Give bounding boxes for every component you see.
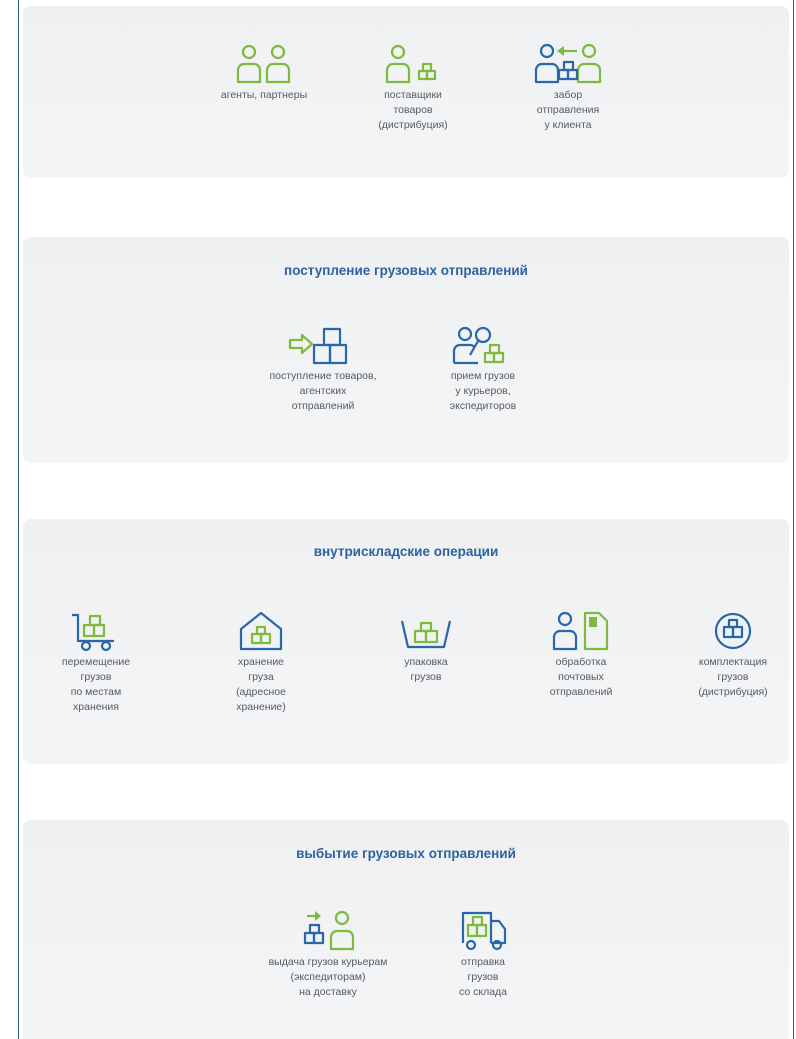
receiving-section: поступление грузовых отправлений поступл… bbox=[23, 237, 789, 463]
page-frame: агенты, партнеры поставщики товаров (дис… bbox=[18, 0, 794, 1039]
warehouse-shipment-item: отправка грузов со склада bbox=[423, 909, 543, 1000]
postal-processing-label: обработка почтовых отправлений bbox=[549, 656, 613, 698]
postal-processing-item: обработка почтовых отправлений bbox=[526, 611, 636, 700]
receiving-title: поступление грузовых отправлений bbox=[284, 263, 528, 278]
warehouse-title: внутрискладские операции bbox=[313, 544, 499, 559]
person-document-icon bbox=[552, 611, 609, 651]
pickup-exchange-icon bbox=[534, 43, 602, 84]
picking-label: комплектация грузов (дистрибуция) bbox=[698, 656, 768, 698]
handover-to-courier-icon bbox=[303, 910, 355, 951]
courier-handover-item: выдача грузов курьерам (экспедиторам) на… bbox=[243, 909, 413, 1000]
pickup-label: забор отправления у клиента bbox=[536, 89, 600, 131]
courier-acceptance-label: прием грузов у курьеров, экспедиторов bbox=[449, 370, 517, 412]
packing-item: упаковка грузов bbox=[371, 611, 481, 685]
goods-arrival-item: поступление товаров, агентских отправлен… bbox=[248, 325, 398, 414]
courier-acceptance-item: прием грузов у курьеров, экспедиторов bbox=[423, 325, 543, 414]
dispatch-title: выбытие грузовых отправлений bbox=[296, 846, 516, 861]
hand-truck-icon bbox=[72, 613, 114, 652]
arrow-into-boxes-icon bbox=[288, 327, 348, 365]
warehouse-shipment-label: отправка грузов со склада bbox=[458, 956, 508, 998]
dispatch-section: выбытие грузовых отправлений выдача груз… bbox=[23, 820, 789, 1039]
courier-boxes-icon bbox=[452, 326, 505, 365]
house-box-icon bbox=[239, 611, 283, 651]
suppliers-item: поставщики товаров (дистрибуция) bbox=[358, 44, 468, 133]
two-persons-icon bbox=[236, 44, 291, 84]
agents-partners-label: агенты, партнеры bbox=[220, 89, 308, 101]
goods-arrival-label: поступление товаров, агентских отправлен… bbox=[269, 370, 377, 412]
moving-label: перемещение грузов по местам хранения bbox=[61, 656, 131, 713]
person-boxes-icon bbox=[385, 44, 437, 84]
courier-handover-label: выдача грузов курьерам (экспедиторам) на… bbox=[268, 956, 388, 998]
agents-partners-item: агенты, партнеры bbox=[194, 44, 334, 103]
pickup-item: забор отправления у клиента bbox=[513, 42, 623, 133]
boxes-in-circle-icon bbox=[714, 612, 752, 650]
suppliers-label: поставщики товаров (дистрибуция) bbox=[378, 89, 448, 131]
box-in-tray-icon bbox=[400, 620, 452, 649]
picking-item: комплектация грузов (дистрибуция) bbox=[678, 611, 788, 700]
storage-item: хранение груза (адресное хранение) bbox=[206, 611, 316, 715]
storage-label: хранение груза (адресное хранение) bbox=[236, 656, 286, 713]
packing-label: упаковка грузов bbox=[404, 656, 448, 683]
delivery-truck-icon bbox=[461, 911, 507, 951]
moving-item: перемещение грузов по местам хранения bbox=[41, 611, 151, 715]
sources-section: агенты, партнеры поставщики товаров (дис… bbox=[23, 6, 789, 178]
warehouse-section: внутрискладские операции перемещение гру… bbox=[23, 519, 789, 764]
